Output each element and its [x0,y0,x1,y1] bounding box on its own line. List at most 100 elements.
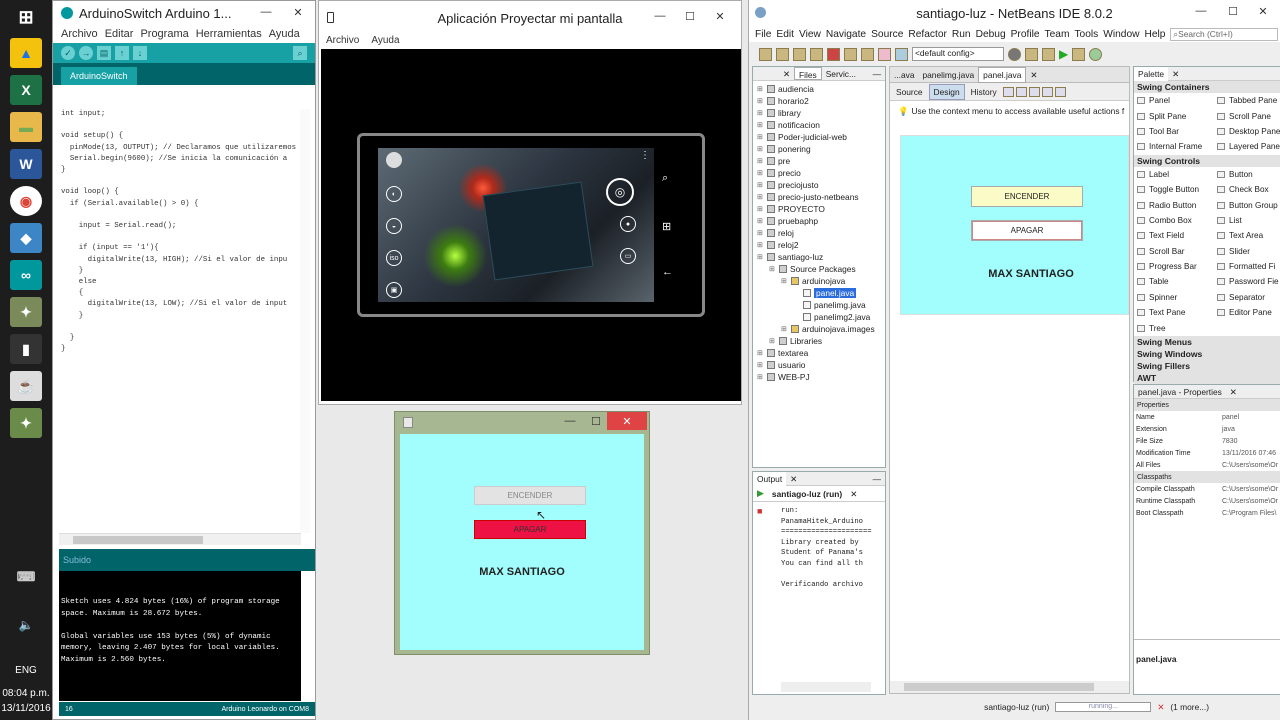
menu-profile[interactable]: Profile [1011,29,1040,40]
tree-item[interactable]: ⊞ precio-justo-netbeans [753,191,885,203]
tree-item[interactable]: ⊞ arduinojava.images [753,323,885,335]
status-more[interactable]: (1 more...) [1170,702,1209,712]
palette-item[interactable]: Desktop Pane [1214,124,1280,139]
tree-item[interactable]: ⊞ santiago-luz [753,251,885,263]
tree-item[interactable]: ⊞ preciojusto [753,179,885,191]
menu-ayuda[interactable]: Ayuda [371,35,399,49]
tree-item[interactable]: ⊞ Poder-judicial-web [753,131,885,143]
expand-toggle-icon[interactable]: ⊞ [757,361,765,369]
minimize-panel-icon[interactable]: — [869,67,885,80]
palette-item[interactable]: List [1214,213,1280,228]
menu-file[interactable]: File [755,29,771,40]
status-run[interactable]: santiago-luz (run) [984,702,1049,712]
close-button[interactable]: ✕ [1248,0,1278,22]
volume-icon[interactable]: 🔈 [10,614,42,636]
tree-item[interactable]: ⊞ library [753,107,885,119]
paste-icon[interactable] [861,47,874,61]
editor-scroll-thumb[interactable] [904,683,1094,691]
property-row[interactable]: File Size 7830 [1134,435,1280,447]
expand-toggle-icon[interactable]: ⊞ [757,85,765,93]
menu-herramientas[interactable]: Herramientas [196,28,262,40]
close-button[interactable]: ✕ [705,5,735,27]
property-row[interactable]: Compile Classpath C:\Users\some\Or [1134,483,1280,495]
palette-item[interactable]: Table [1134,274,1214,289]
expand-toggle-icon[interactable]: ⊞ [757,205,765,213]
apagar-button[interactable]: APAGAR [474,520,586,539]
close-button[interactable]: ✕ [283,1,313,23]
debug-icon[interactable] [1072,47,1086,61]
ev-icon[interactable]: ▣ [386,282,402,298]
tree-item[interactable]: panel.java [753,287,885,299]
undo-icon[interactable] [878,47,891,61]
start-windows-icon[interactable]: ⊞ [10,2,42,32]
preview-icon[interactable] [1028,86,1040,97]
copy-icon[interactable] [844,47,857,61]
rerun-icon[interactable]: ▶ [757,488,764,499]
camera-shutter-icon[interactable]: ◎ [606,178,634,206]
palette-category[interactable]: Swing Containers [1134,81,1280,93]
file-explorer-icon[interactable]: ▬ [10,112,42,142]
phone-icon[interactable]: ▮ [10,334,42,364]
close-tab-icon[interactable]: ✕ [779,67,794,80]
palette-item[interactable]: Tree [1134,320,1214,335]
google-drive-icon[interactable]: ▲ [10,38,42,68]
menu-navigate[interactable]: Navigate [826,29,866,40]
maximize-button[interactable]: ☐ [583,412,609,430]
property-row[interactable]: Runtime Classpath C:\Users\some\Or [1134,495,1280,507]
align-left-icon[interactable] [1041,86,1053,97]
close-run-icon[interactable]: ✕ [846,487,861,501]
property-row[interactable]: Name panel [1134,411,1280,423]
expand-toggle-icon[interactable]: ⊞ [757,229,765,237]
expand-toggle-icon[interactable]: ⊞ [757,217,765,225]
profile-icon[interactable] [1089,47,1103,61]
menu-ayuda[interactable]: Ayuda [269,28,300,40]
palette-item[interactable]: Text Area [1214,228,1280,243]
new-file-icon[interactable] [759,47,772,61]
horizontal-scrollbar[interactable] [59,533,301,545]
tree-item[interactable]: ⊞ audiencia [753,83,885,95]
palette-category[interactable]: Swing Fillers [1134,359,1280,372]
palette-item[interactable]: Text Field [1134,228,1214,243]
encender-button[interactable]: ENCENDER [474,486,586,505]
palette-item[interactable]: Label [1134,167,1214,182]
expand-toggle-icon[interactable]: ⊞ [757,253,765,261]
clock-time[interactable]: 08:04 p.m. [0,688,52,699]
expand-toggle-icon[interactable]: ⊞ [757,157,765,165]
palette-category[interactable]: AWT [1134,371,1280,384]
phone-start-icon[interactable]: ⊞ [662,220,671,233]
language-indicator[interactable]: ENG [0,665,52,676]
tree-item[interactable]: ⊞ arduinojava [753,275,885,287]
tree-item[interactable]: ⊞ Libraries [753,335,885,347]
menu-source[interactable]: Source [871,29,903,40]
palette-item[interactable]: Panel [1134,93,1214,108]
save-all-icon[interactable] [810,47,823,61]
more-options-icon[interactable]: ⋮ [640,150,650,161]
chrome-icon[interactable]: ◉ [10,186,42,216]
palette-item[interactable]: Tool Bar [1134,124,1214,139]
palette-item[interactable]: Progress Bar [1134,259,1214,274]
clean-build-icon[interactable] [1025,47,1038,61]
menu-editar[interactable]: Editar [105,28,134,40]
tab-services[interactable]: Servic... [822,67,860,80]
close-tab-icon[interactable]: ✕ [1026,68,1041,82]
expand-toggle-icon[interactable]: ⊞ [757,349,765,357]
run-icon[interactable]: ▶ [1059,47,1068,61]
expand-toggle-icon[interactable]: ⊞ [757,193,765,201]
property-row[interactable]: Extension java [1134,423,1280,435]
palette-item[interactable]: Spinner [1134,290,1214,305]
clock-date[interactable]: 13/11/2016 [0,703,52,714]
save-sketch-icon[interactable]: ↓ [133,46,147,60]
java-launcher-icon[interactable]: ✦ [10,297,42,327]
tab-output[interactable]: Output [753,471,787,486]
quick-search-input[interactable]: ⌕ Search (Ctrl+I) [1170,27,1278,41]
expand-toggle-icon[interactable]: ⊞ [757,109,765,117]
palette-item[interactable]: Editor Pane [1214,305,1280,320]
netbeans-icon[interactable]: ✦ [10,408,42,438]
expand-toggle-icon[interactable]: ⊞ [757,373,765,381]
expand-toggle-icon[interactable]: ⊞ [781,277,789,285]
palette-item[interactable]: Formatted Fi [1214,259,1280,274]
palette-category[interactable]: Swing Menus [1134,335,1280,348]
tab-palette[interactable]: Palette [1134,66,1169,81]
palette-item[interactable]: Internal Frame [1134,139,1214,154]
menu-edit[interactable]: Edit [776,29,794,40]
